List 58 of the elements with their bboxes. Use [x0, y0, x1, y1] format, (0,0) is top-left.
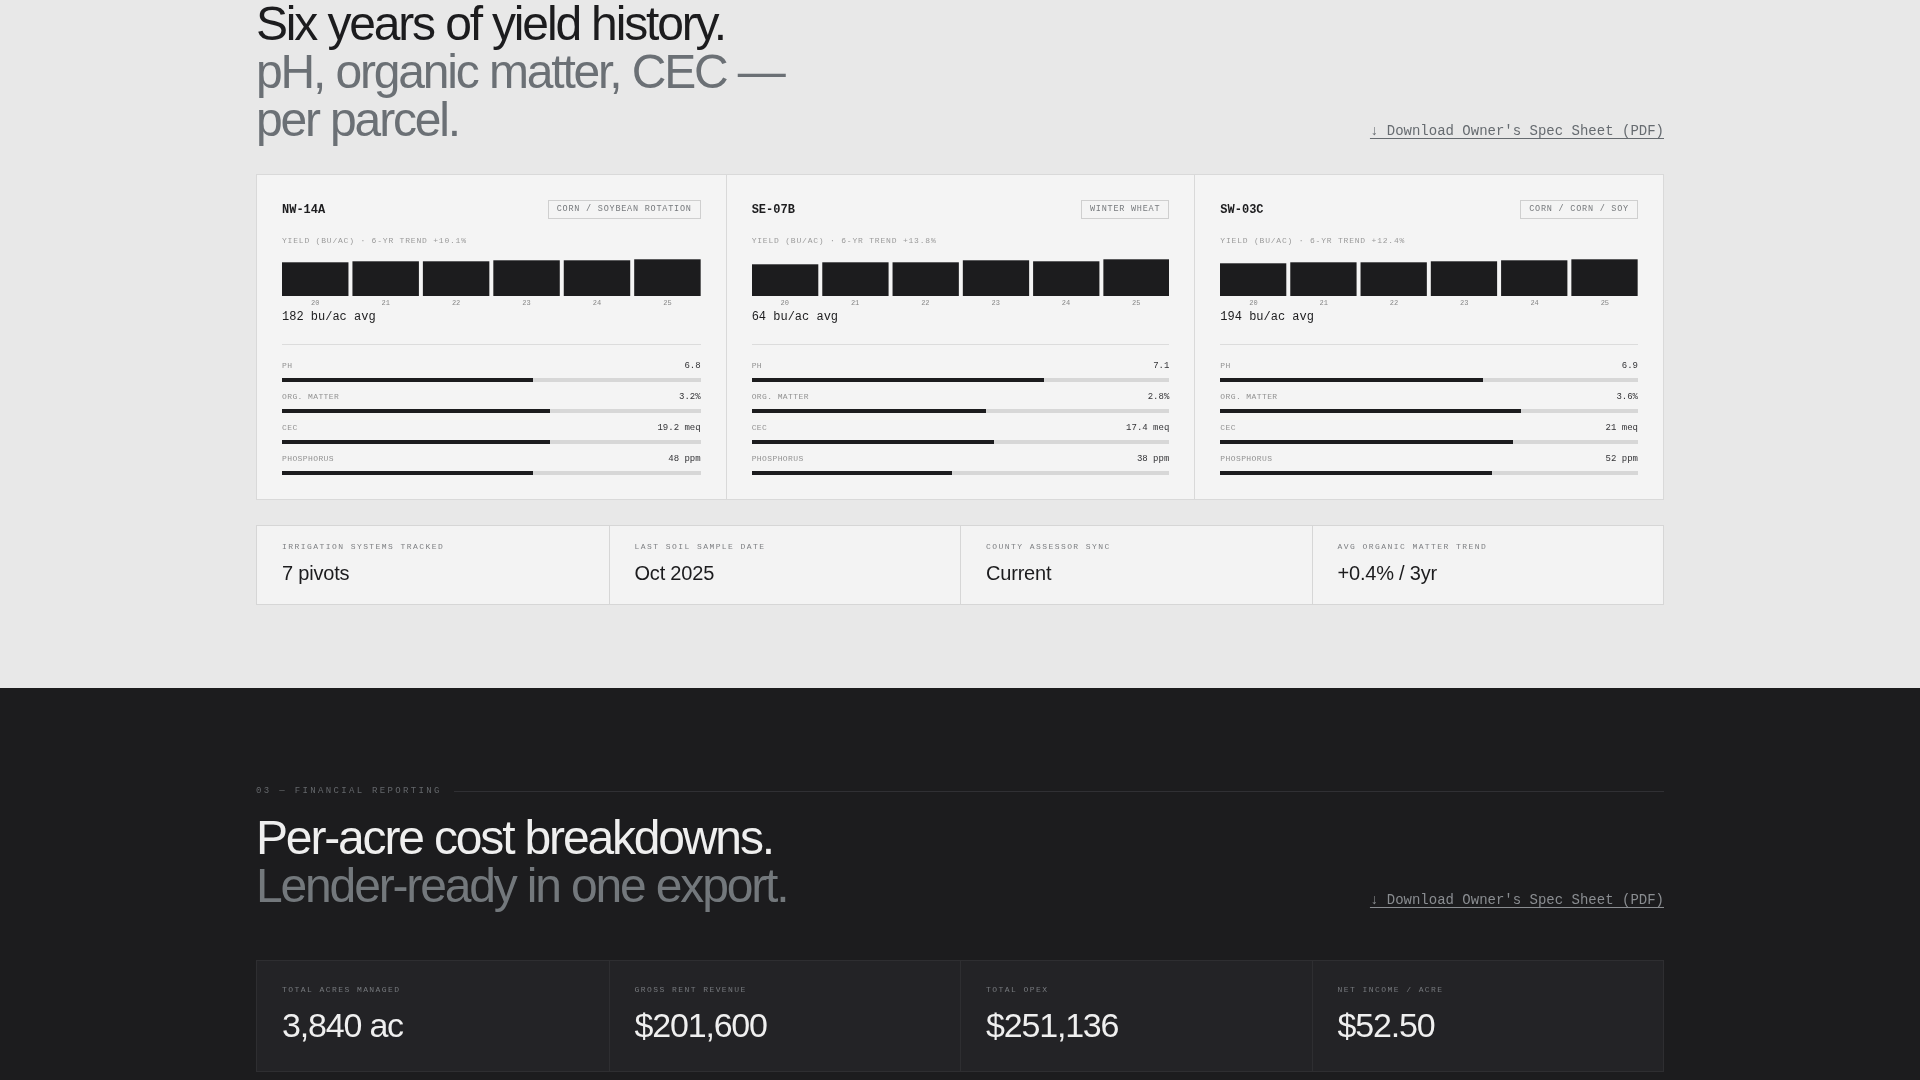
soil-label: CEC: [1220, 423, 1236, 433]
soil-value: 3.2%: [679, 392, 701, 402]
stat-value: 7 pivots: [282, 561, 350, 585]
soil-value: 52 ppm: [1605, 454, 1638, 464]
yield-average: 194 bu/ac avg: [1220, 310, 1314, 324]
stat-label: IRRIGATION SYSTEMS TRACKED: [282, 542, 445, 552]
soil-value: 21 meq: [1605, 423, 1638, 433]
parcel-id: NW-14A: [282, 202, 326, 217]
section-kicker: 03 — FINANCIAL REPORTING: [256, 785, 442, 797]
stat-value: 3,840 ac: [282, 1005, 403, 1045]
stat-value: +0.4% / 3yr: [1337, 561, 1438, 585]
soil-label: PHOSPHORUS: [1220, 454, 1273, 464]
rotation-tag: CORN / SOYBEAN ROTATION: [547, 200, 701, 219]
stat-value: Current: [986, 561, 1052, 585]
stat-value: Oct 2025: [634, 561, 715, 585]
soil-label: PH: [1220, 361, 1231, 371]
soil-value: 17.4 meq: [1126, 423, 1170, 433]
stat-label: NET INCOME / ACRE: [1337, 985, 1444, 995]
soil-value: 19.2 meq: [657, 423, 701, 433]
stat-label: AVG ORGANIC MATTER TREND: [1337, 542, 1488, 552]
soil-value: 7.1: [1153, 361, 1170, 371]
yield-caption: YIELD (BU/AC) · 6-YR TREND +12.4%: [1220, 236, 1406, 246]
section-title: Per-acre cost breakdowns.: [256, 814, 774, 862]
soil-value: 6.9: [1621, 361, 1638, 371]
soil-value: 48 ppm: [668, 454, 701, 464]
soil-label: PH: [282, 361, 293, 371]
stat-value: $201,600: [634, 1005, 767, 1045]
soil-value: 6.8: [684, 361, 701, 371]
soil-value: 2.8%: [1147, 392, 1170, 402]
yield-caption: YIELD (BU/AC) · 6-YR TREND +13.8%: [751, 236, 937, 246]
stat-label: TOTAL ACRES MANAGED: [282, 985, 401, 995]
soil-label: PHOSPHORUS: [751, 454, 804, 464]
download-link[interactable]: ↓ Download Owner's Spec Sheet (PDF): [1369, 891, 1664, 909]
rotation-tag: WINTER WHEAT: [1080, 200, 1170, 219]
soil-label: PHOSPHORUS: [282, 454, 334, 464]
stat-value: $52.50: [1337, 1005, 1435, 1045]
soil-label: ORG. MATTER: [1220, 392, 1278, 402]
soil-label: ORG. MATTER: [282, 392, 340, 402]
soil-label: CEC: [282, 423, 298, 433]
soil-value: 38 ppm: [1136, 454, 1170, 464]
stat-label: COUNTY ASSESSOR SYNC: [986, 542, 1111, 552]
stat-label: TOTAL OPEX: [986, 985, 1049, 995]
rotation-tag: CORN / CORN / SOY: [1520, 200, 1638, 219]
stat-label: GROSS RENT REVENUE: [634, 985, 747, 995]
section-title: Six years of yield history.: [256, 0, 726, 48]
soil-value: 3.6%: [1616, 392, 1638, 402]
soil-label: PH: [751, 361, 763, 371]
stat-label: LAST SOIL SAMPLE DATE: [634, 542, 766, 552]
soil-label: ORG. MATTER: [751, 392, 809, 402]
parcel-id: SE-07B: [751, 202, 795, 217]
parcel-id: SW-03C: [1220, 202, 1264, 217]
yield-average: 182 bu/ac avg: [282, 310, 376, 324]
section-subtitle: Lender-ready in one export.: [256, 862, 788, 910]
stat-value: $251,136: [986, 1005, 1119, 1045]
download-link[interactable]: ↓ Download Owner's Spec Sheet (PDF): [1369, 122, 1664, 140]
soil-label: CEC: [751, 423, 768, 433]
yield-caption: YIELD (BU/AC) · 6-YR TREND +10.1%: [282, 236, 467, 246]
yield-average: 64 bu/ac avg: [751, 310, 839, 324]
